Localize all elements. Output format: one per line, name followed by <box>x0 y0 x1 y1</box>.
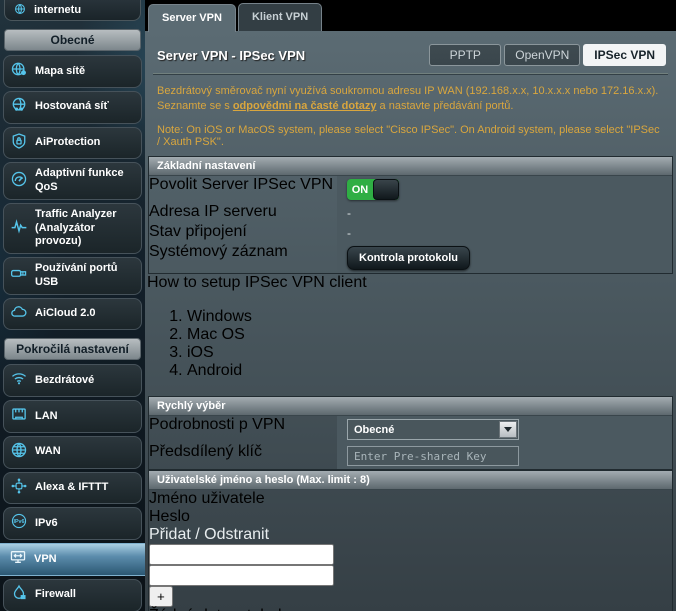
sidebar-item-lan[interactable]: LAN <box>3 400 142 433</box>
toggle-on-label: ON <box>347 179 373 200</box>
basic-settings-header: Základní nastavení <box>149 157 672 176</box>
vpn-icon <box>9 548 27 571</box>
svg-text:IPv6: IPv6 <box>14 519 25 525</box>
pre-shared-key-input[interactable] <box>347 446 519 466</box>
new-password-input[interactable] <box>149 565 334 586</box>
lan-port-icon <box>10 405 28 428</box>
quick-select-table: Rychlý výběr Podrobnosti p VPN Obecné Př… <box>148 396 673 470</box>
sidebar-item-internet-setup[interactable]: internetu <box>4 0 141 21</box>
sidebar-item-label: Používání portů USB <box>35 262 135 290</box>
sidebar-item-label: WAN <box>35 445 61 459</box>
server-ip-value: - <box>337 203 672 223</box>
vpn-panel: Server VPN - IPSec VPN PPTP OpenVPN IPSe… <box>145 31 676 611</box>
sidebar-item-vpn[interactable]: VPN <box>0 543 145 576</box>
users-table-header: Uživatelské jméno a heslo (Max. limit : … <box>149 471 672 490</box>
pptp-button[interactable]: PPTP <box>429 44 501 66</box>
sidebar-item-label: AiCloud 2.0 <box>35 307 96 321</box>
empty-table-message: Žádná data v tabulce <box>149 607 672 611</box>
username-column-header: Jméno uživatele <box>149 490 672 508</box>
sidebar-item-aiprotection[interactable]: AiProtection <box>3 127 142 160</box>
howto-link-macos[interactable]: Mac OS <box>187 326 245 343</box>
new-username-input[interactable] <box>149 544 334 565</box>
sidebar-item-network-map[interactable]: Mapa sítě <box>3 55 142 88</box>
cloud-icon <box>10 303 28 326</box>
sidebar-section-advanced: Pokročilá nastavení <box>4 338 141 360</box>
users-table: Uživatelské jméno a heslo (Max. limit : … <box>148 470 673 611</box>
tab-client-vpn[interactable]: Klient VPN <box>238 3 322 31</box>
sidebar-item-aicloud[interactable]: AiCloud 2.0 <box>3 298 142 331</box>
vpn-details-label: Podrobnosti p VPN <box>149 416 337 443</box>
quick-select-header: Rychlý výběr <box>149 397 672 416</box>
usb-icon <box>10 264 28 287</box>
system-log-label: Systémový záznam <box>149 243 337 273</box>
shield-lock-icon <box>10 132 28 155</box>
protocol-switcher: PPTP OpenVPN IPSec VPN <box>429 44 666 66</box>
howto-link-windows[interactable]: Windows <box>187 308 252 325</box>
sidebar-item-alexa-ifttt[interactable]: Alexa & IFTTT <box>3 472 142 505</box>
sidebar-item-label: Firewall <box>35 588 76 602</box>
howto-link-ios[interactable]: iOS <box>187 344 214 361</box>
pulse-icon <box>10 217 28 240</box>
main-content: Server VPN Klient VPN Server VPN - IPSec… <box>145 0 676 611</box>
sidebar: internetu Obecné Mapa sítě Hostovaná síť… <box>0 0 145 611</box>
sidebar-item-label: AiProtection <box>35 136 100 150</box>
sidebar-item-label: Bezdrátové <box>35 374 94 388</box>
tab-server-vpn[interactable]: Server VPN <box>148 4 236 32</box>
basic-settings-table: Základní nastavení Povolit Server IPSec … <box>148 156 673 274</box>
sidebar-item-label: internetu <box>34 4 81 16</box>
howto-block: How to setup IPSec VPN client Windows Ma… <box>147 274 674 380</box>
guest-network-icon <box>10 96 28 119</box>
sidebar-item-guest-network[interactable]: Hostovaná síť <box>3 91 142 124</box>
sidebar-item-traffic-analyzer[interactable]: Traffic Analyzer (Analyzátor provozu) <box>3 203 142 254</box>
openvpn-button[interactable]: OpenVPN <box>504 44 580 66</box>
vpn-details-select[interactable]: Obecné <box>347 419 519 440</box>
sidebar-item-qos[interactable]: Adaptivní funkce QoS <box>3 162 142 200</box>
sidebar-item-label: VPN <box>34 553 57 567</box>
sidebar-item-label: LAN <box>35 410 58 424</box>
sidebar-item-label: Alexa & IFTTT <box>35 481 108 495</box>
globe-icon <box>10 441 28 464</box>
ipv6-icon: IPv6 <box>10 512 28 535</box>
sidebar-item-wireless[interactable]: Bezdrátové <box>3 364 142 397</box>
vpn-tab-bar: Server VPN Klient VPN <box>145 0 676 31</box>
password-column-header: Heslo <box>149 508 672 526</box>
psk-label: Předsdílený klíč <box>149 443 337 469</box>
sidebar-item-ipv6[interactable]: IPv6 IPv6 <box>3 507 142 540</box>
connection-status-label: Stav připojení <box>149 223 337 243</box>
sidebar-item-label: IPv6 <box>35 517 58 531</box>
faq-link[interactable]: odpovědmi na časté dotazy <box>233 100 377 112</box>
wan-warning-text: Bezdrátový směrovač nyní využívá soukrom… <box>147 82 674 114</box>
connection-status-value: - <box>337 223 672 243</box>
howto-title: How to setup IPSec VPN client <box>147 274 674 292</box>
page-title: Server VPN - IPSec VPN <box>157 48 305 63</box>
ipsec-vpn-button[interactable]: IPSec VPN <box>583 44 666 66</box>
sidebar-item-usb[interactable]: Používání portů USB <box>3 257 142 295</box>
warning-text-post: a nastavte předávání portů. <box>376 100 513 112</box>
internet-icon <box>13 2 27 19</box>
alexa-ifttt-icon <box>10 477 28 500</box>
gauge-icon <box>10 170 28 193</box>
firewall-flame-icon <box>10 584 28 607</box>
sidebar-item-label: Hostovaná síť <box>35 100 109 114</box>
sidebar-item-wan[interactable]: WAN <box>3 436 142 469</box>
os-note-text: Note: On iOS or MacOS system, please sel… <box>147 114 674 156</box>
add-user-button[interactable]: + <box>149 586 173 607</box>
add-remove-column-header: Přidat / Odstranit <box>149 526 672 544</box>
vpn-details-selected: Obecné <box>348 424 394 436</box>
chevron-down-icon <box>499 421 517 438</box>
network-map-icon <box>10 60 28 83</box>
sidebar-item-label: Mapa sítě <box>35 65 85 79</box>
check-log-button[interactable]: Kontrola protokolu <box>347 246 470 270</box>
wifi-icon <box>10 369 28 392</box>
ipsec-server-toggle[interactable]: ON <box>347 179 399 200</box>
sidebar-item-label: Traffic Analyzer (Analyzátor provozu) <box>35 208 135 249</box>
toggle-knob <box>373 179 399 200</box>
title-divider <box>153 73 668 74</box>
enable-server-label: Povolit Server IPSec VPN <box>149 176 337 203</box>
sidebar-item-firewall[interactable]: Firewall <box>3 579 142 611</box>
sidebar-item-label: Adaptivní funkce QoS <box>35 167 135 195</box>
sidebar-section-general: Obecné <box>4 29 141 51</box>
server-ip-label: Adresa IP serveru <box>149 203 337 223</box>
howto-link-android[interactable]: Android <box>187 362 242 379</box>
